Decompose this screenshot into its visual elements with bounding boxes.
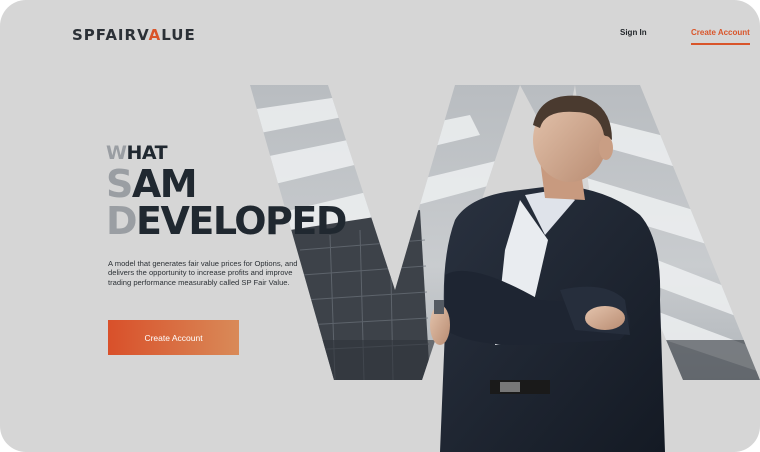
headline-line-3: DEVELOPED [106, 199, 347, 243]
logo-text-start: SPFAIRV [72, 26, 149, 44]
logo-text-accent: A [148, 26, 162, 44]
hero-description: A model that generates fair value prices… [108, 258, 298, 287]
sign-in-link[interactable]: Sign In [620, 28, 647, 37]
landing-page: SPFAIRVALUE Sign In Create Account WHAT … [0, 0, 760, 452]
logo-text-end: LUE [161, 26, 196, 44]
header-create-account-link[interactable]: Create Account [691, 28, 750, 45]
create-account-button[interactable]: Create Account [108, 320, 239, 355]
headline-line-1: WHAT [106, 144, 346, 163]
headline-initial-3: D [106, 199, 138, 243]
headline-rest-3: EVELOPED [136, 199, 347, 243]
hero-headline: WHAT SAM DEVELOPED [106, 144, 347, 243]
headline-initial-1: W [106, 142, 127, 164]
brand-logo[interactable]: SPFAIRVALUE [72, 26, 196, 44]
headline-line-2: SAM [106, 165, 346, 203]
headline-rest-1: HAT [126, 142, 168, 164]
